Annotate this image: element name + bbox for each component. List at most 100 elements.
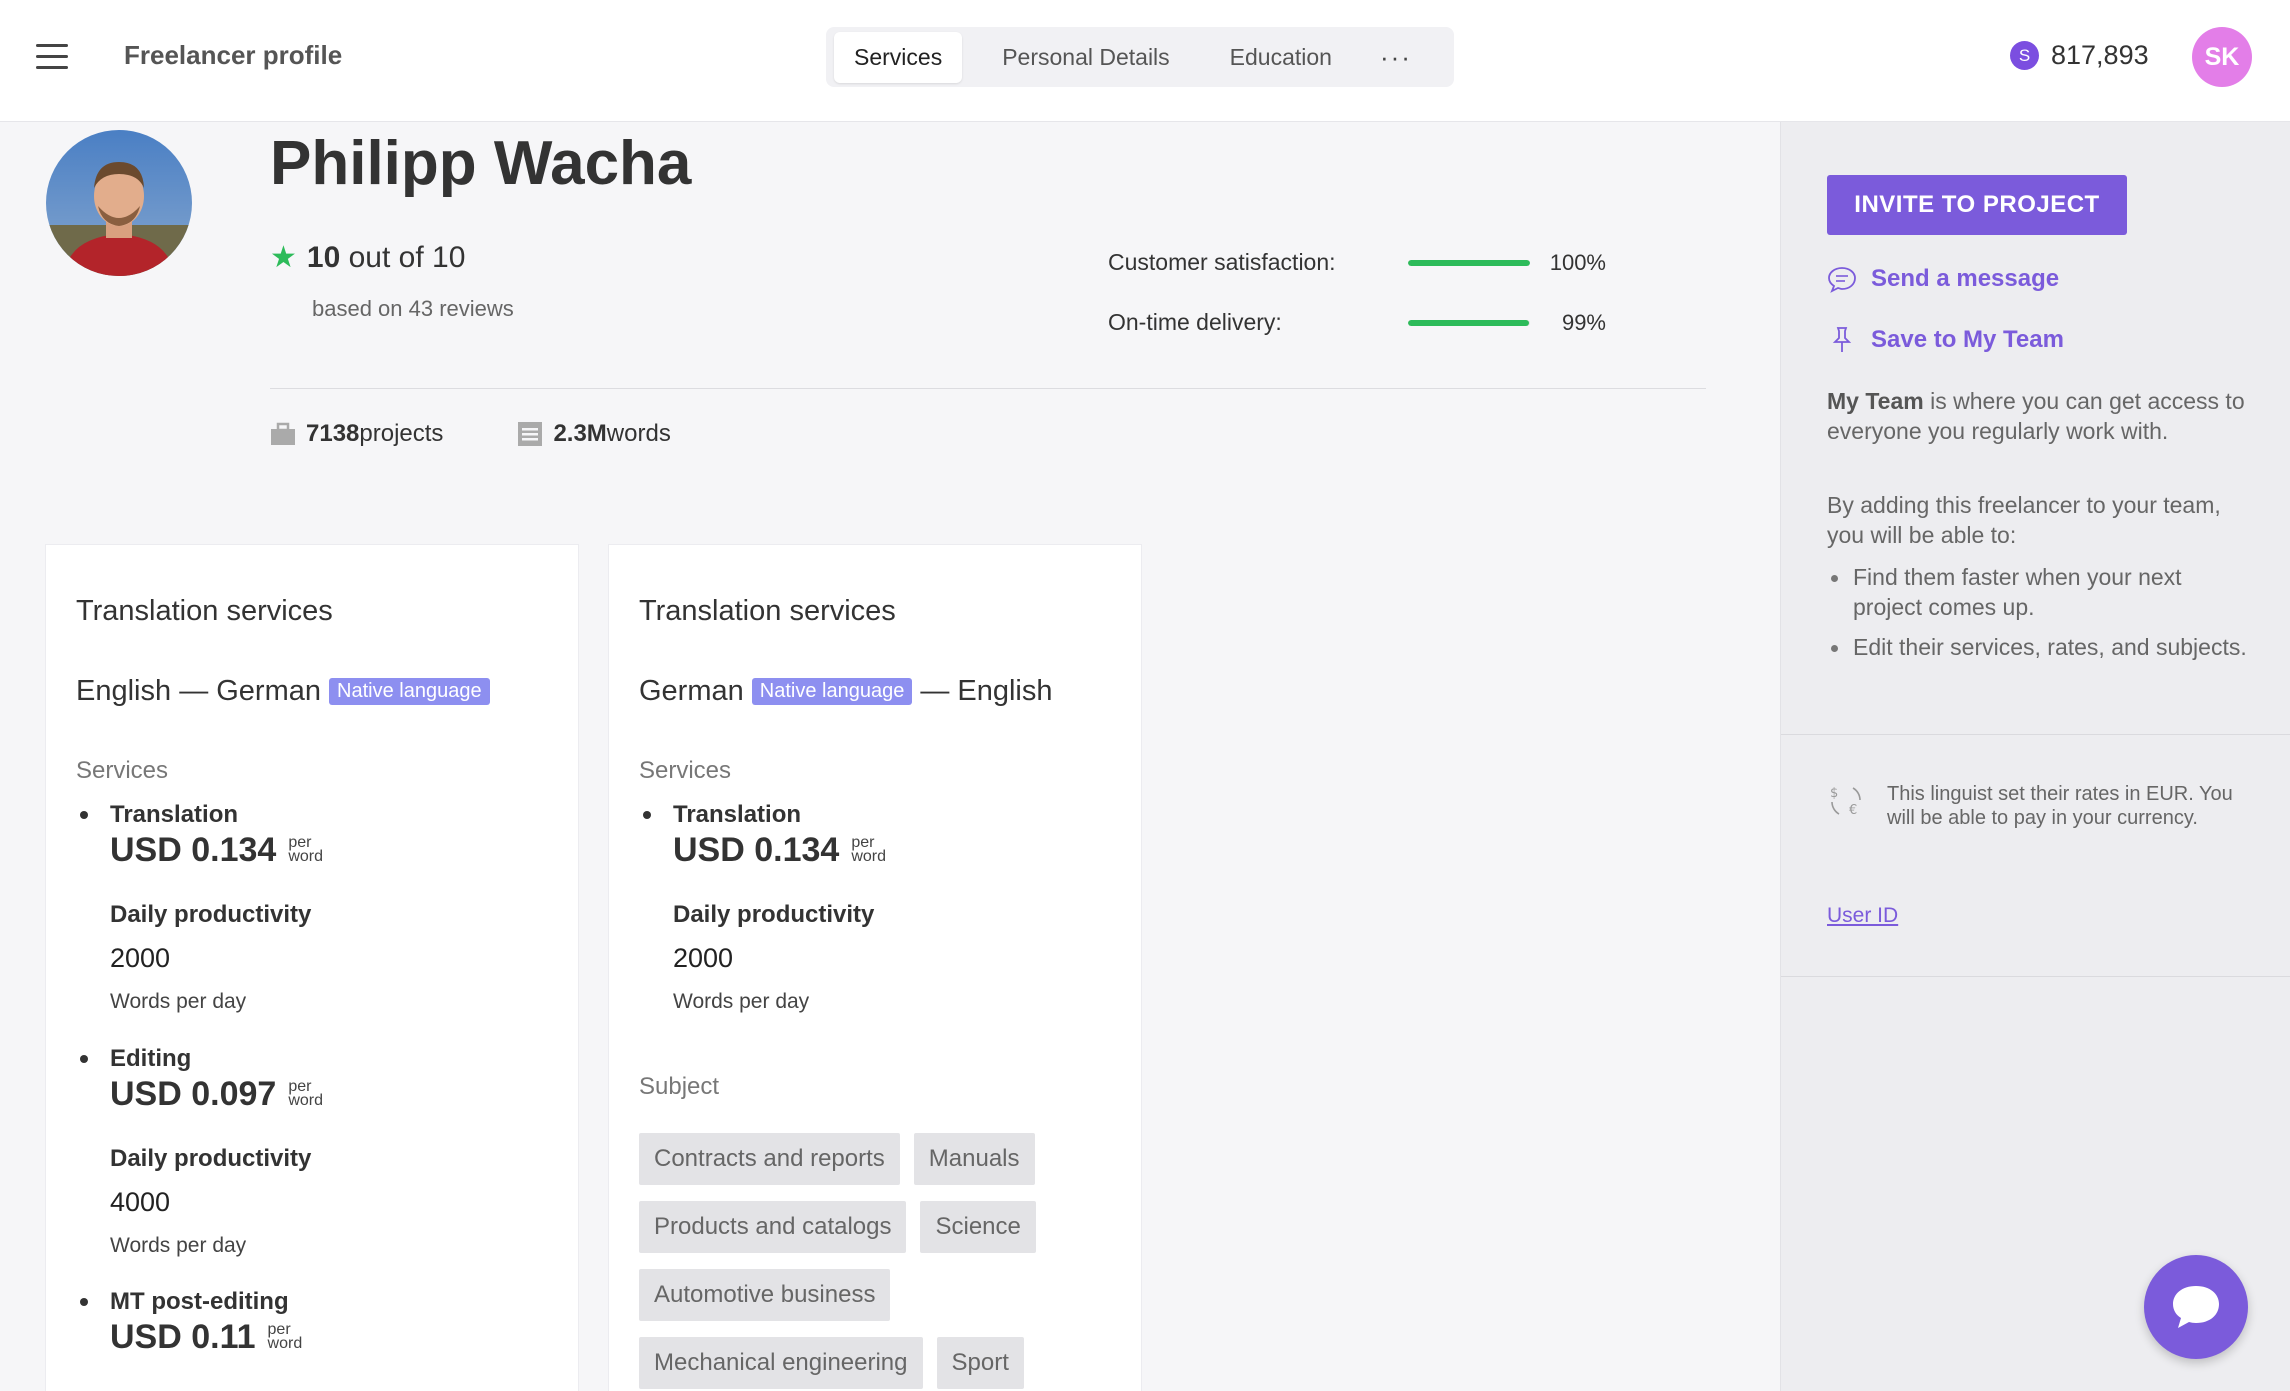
adding-text: By adding this freelancer to your team, …	[1827, 492, 2221, 548]
dash: —	[920, 675, 950, 707]
subject-chips: Contracts and reports Manuals Products a…	[639, 1133, 1109, 1391]
service-price: USD 0.134	[673, 831, 840, 869]
service-item: Translation USD 0.134 per word	[80, 801, 324, 870]
divider	[270, 388, 1706, 389]
briefcase-icon	[271, 422, 295, 445]
source-language: German	[639, 675, 744, 707]
chat-button[interactable]	[2144, 1255, 2248, 1359]
divider	[1781, 976, 2290, 977]
pin-icon	[1832, 327, 1852, 352]
service-name: MT post-editing	[110, 1288, 289, 1315]
subject-chip: Automotive business	[639, 1269, 891, 1321]
dp-value: 2000	[110, 943, 171, 973]
freelancer-name: Philipp Wacha	[270, 129, 692, 198]
metric-value: 100%	[1549, 249, 1606, 275]
dp-unit: Words per day	[673, 990, 810, 1013]
divider	[1781, 734, 2290, 735]
service-card-de-en: Translation services German Native langua…	[608, 544, 1142, 1391]
service-item: Editing USD 0.097 per word	[80, 1045, 324, 1114]
services-heading: Services	[639, 757, 732, 784]
language-pair: German Native language — English	[639, 675, 1053, 708]
words-count: 2.3M	[553, 420, 607, 447]
more-tabs-icon[interactable]: ···	[1372, 42, 1420, 73]
send-message-link[interactable]: Send a message	[1827, 264, 2059, 294]
top-bar: Freelancer profile Services Personal Det…	[0, 0, 2290, 122]
coin-icon: S	[2010, 41, 2039, 70]
send-message-label: Send a message	[1871, 265, 2060, 292]
profile-tabs: Services Personal Details Education ···	[826, 27, 1454, 87]
dp-unit: Words per day	[110, 990, 247, 1013]
words-stat: 2.3M words	[517, 420, 671, 448]
subject-chip: Mechanical engineering	[639, 1337, 923, 1389]
rating-score: 10	[306, 240, 341, 274]
subject-chip: Manuals	[913, 1133, 1035, 1185]
service-price: USD 0.097	[110, 1075, 277, 1113]
target-language: German	[216, 675, 322, 707]
rating: ★ 10 out of 10	[270, 240, 465, 275]
unit-label: word	[851, 848, 887, 865]
card-title: Translation services	[639, 595, 896, 627]
service-item: Translation USD 0.134 per word	[643, 801, 887, 870]
dp-label: Daily productivity	[673, 901, 875, 928]
invite-to-project-button[interactable]: INVITE TO PROJECT	[1827, 175, 2127, 235]
sidebar: INVITE TO PROJECT Send a message Save to…	[1780, 122, 2290, 1391]
currency-text: This linguist set their rates in EUR. Yo…	[1887, 783, 2233, 829]
subject-chip: Products and catalogs	[639, 1201, 907, 1253]
progress-bar	[1408, 319, 1530, 326]
metric-value: 99%	[1561, 309, 1606, 335]
tab-education[interactable]: Education	[1210, 32, 1352, 83]
unit-label: word	[288, 848, 324, 865]
balance-amount: 817,893	[2051, 40, 2149, 70]
subject-heading: Subject	[639, 1073, 720, 1100]
projects-count: 7138	[306, 420, 360, 447]
words-label: words	[606, 420, 671, 447]
dp-value: 4000	[110, 1187, 171, 1217]
currency-exchange-icon: $€	[1830, 786, 1861, 818]
service-card-en-de: Translation services English — German Nat…	[45, 544, 579, 1391]
rating-suffix: out of 10	[340, 240, 466, 274]
star-icon: ★	[270, 241, 297, 274]
balance[interactable]: S 817,893	[2010, 40, 2149, 71]
profile-photo	[46, 130, 192, 276]
target-language: English	[957, 675, 1053, 707]
subject-chip: Contracts and reports	[639, 1133, 900, 1185]
user-avatar[interactable]: SK	[2192, 27, 2252, 87]
service-name: Editing	[110, 1045, 192, 1072]
tab-personal-details[interactable]: Personal Details	[982, 32, 1189, 83]
my-team-description: My Team is where you can get access to e…	[1827, 386, 2247, 446]
user-id-link[interactable]: User ID	[1827, 904, 1898, 928]
tab-services[interactable]: Services	[834, 31, 963, 83]
document-icon	[518, 422, 543, 446]
service-name: Translation	[110, 801, 239, 828]
projects-label: projects	[359, 420, 444, 447]
chat-icon	[2173, 1286, 2219, 1328]
dp-value: 2000	[673, 943, 734, 973]
chat-bubble-icon	[1828, 267, 1856, 293]
subject-chip: Sport	[936, 1337, 1024, 1389]
metric-label: Customer satisfaction:	[1108, 249, 1336, 275]
stats: 7138 projects 2.3M words	[270, 420, 745, 448]
currency-note: $ € This linguist set their rates in EUR.…	[1827, 782, 2247, 830]
subject-chip: Science	[920, 1201, 1036, 1253]
dp-unit: Words per day	[110, 1234, 247, 1257]
unit-label: word	[288, 1092, 324, 1109]
dash: —	[179, 675, 209, 707]
menu-icon[interactable]	[36, 44, 68, 70]
metric-label: On-time delivery:	[1108, 309, 1282, 335]
app-title: Freelancer profile	[124, 40, 343, 70]
my-team-bold: My Team	[1827, 388, 1924, 414]
service-item: MT post-editing USD 0.11 per word	[80, 1288, 303, 1357]
benefits-list: Find them faster when your next project …	[1827, 562, 2247, 672]
unit-label: word	[267, 1335, 303, 1352]
svg-text:$: $	[1830, 786, 1838, 801]
save-to-team-link[interactable]: Save to My Team	[1827, 325, 2064, 355]
metric-on-time-delivery: On-time delivery: 99%	[1108, 309, 1606, 336]
daily-productivity: Daily productivity 4000 Words per day	[110, 1145, 311, 1258]
service-price: USD 0.11	[110, 1318, 256, 1356]
progress-bar	[1408, 259, 1530, 266]
daily-productivity: Daily productivity 2000 Words per day	[673, 901, 874, 1014]
native-language-badge: Native language	[329, 678, 490, 705]
save-team-label: Save to My Team	[1871, 326, 2064, 353]
language-pair: English — German Native language	[76, 675, 498, 708]
daily-productivity: Daily productivity 2000 Words per day	[110, 901, 311, 1014]
